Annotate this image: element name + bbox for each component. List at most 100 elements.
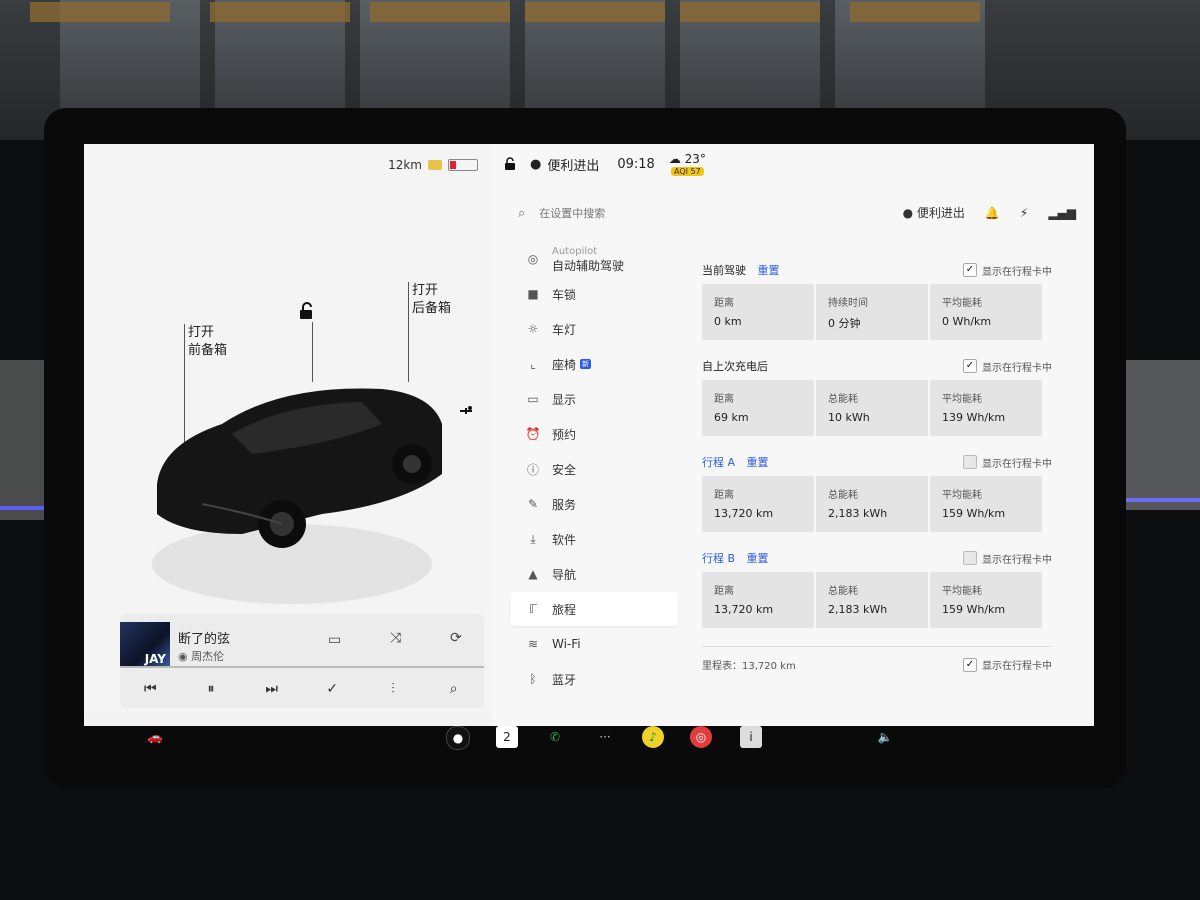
phone-icon[interactable]: ✆ xyxy=(544,726,566,748)
settings-header-tools: ● 便利进出 🔔 ⚡ ▂▄▆ xyxy=(903,204,1076,221)
menu-item-locks-label: 车锁 xyxy=(552,287,577,302)
lock-status-icon[interactable] xyxy=(504,157,518,171)
stat-value: 69 km xyxy=(714,411,749,424)
charge-port-icon[interactable] xyxy=(458,402,474,422)
menu-item-schedule[interactable]: ⏰ 预约 xyxy=(510,417,678,451)
music-app-icon[interactable]: ♪ xyxy=(642,726,664,748)
checkbox-checked[interactable]: ✓ xyxy=(963,263,977,277)
trip-a-cards: 距离 13,720 km 总能耗 2,183 kWh 平均能耗 159 Wh/k… xyxy=(702,476,1042,532)
current-drive-title: 当前驾驶 xyxy=(702,264,746,277)
next-track-icon[interactable]: ⏭ xyxy=(258,681,286,697)
frunk-open-label: 打开 xyxy=(188,325,215,340)
bluetooth-icon[interactable]: ⚡ xyxy=(1020,206,1028,220)
more-apps-icon[interactable]: ··· xyxy=(594,726,616,748)
menu-item-wifi-label: Wi-Fi xyxy=(552,637,581,651)
show-in-card-label: 显示在行程卡中 xyxy=(982,362,1052,374)
stat-label: 平均能耗 xyxy=(942,298,982,309)
menu-item-locks[interactable]: ■ 车锁 xyxy=(510,277,678,311)
person-icon: ● xyxy=(530,156,542,172)
show-in-card-label: 显示在行程卡中 xyxy=(982,661,1052,672)
stat-card: 距离 13,720 km xyxy=(702,476,814,532)
album-art[interactable]: JAY xyxy=(120,622,170,668)
menu-item-service[interactable]: ✎ 服务 xyxy=(510,487,678,521)
checkbox-checked[interactable]: ✓ xyxy=(963,657,977,672)
volume-icon[interactable]: 🔈 xyxy=(874,726,896,748)
manual-icon[interactable]: i xyxy=(740,726,762,748)
menu-item-lights[interactable]: ☼ 车灯 xyxy=(510,312,678,346)
media-search-icon[interactable]: ⌕ xyxy=(440,681,468,697)
notification-bell-icon[interactable]: 🔔 xyxy=(985,206,1000,220)
search-icon: ⌕ xyxy=(518,205,526,221)
menu-item-seats[interactable]: ⌞ 座椅 新 xyxy=(510,347,678,381)
menu-item-seats-label: 座椅 xyxy=(552,357,577,372)
unlock-icon[interactable] xyxy=(298,302,316,324)
profile-button[interactable]: ● 便利进出 xyxy=(530,155,599,174)
menu-item-navigation[interactable]: ▲ 导航 xyxy=(510,557,678,591)
checkbox-unchecked[interactable] xyxy=(963,551,977,565)
checkbox-checked[interactable]: ✓ xyxy=(963,359,977,373)
cloud-rain-icon: ☁ xyxy=(668,152,681,166)
battery-icon xyxy=(448,159,478,171)
checkbox-unchecked[interactable] xyxy=(963,455,977,469)
frunk-open-button[interactable]: 打开 前备箱 xyxy=(188,324,227,360)
wrench-icon: ✎ xyxy=(527,497,539,511)
menu-item-software[interactable]: ⤓ 软件 xyxy=(510,522,678,556)
bluetooth-icon: ᛒ xyxy=(529,672,537,686)
menu-item-safety[interactable]: ⓘ 安全 xyxy=(510,452,678,486)
weather-widget[interactable]: ☁ 23° AQI 57 xyxy=(669,152,706,176)
menu-item-autopilot-label: 自动辅助驾驶 xyxy=(552,259,625,273)
lyrics-icon[interactable]: ▭ xyxy=(328,632,341,648)
vehicle-model-image xyxy=(152,388,442,604)
trip-b-reset-button[interactable]: 重置 xyxy=(747,552,769,565)
favorite-check-icon[interactable]: ✓ xyxy=(318,681,346,697)
stat-value: 13,720 km xyxy=(714,603,774,616)
calendar-icon[interactable]: 2 xyxy=(496,726,518,748)
stat-value: 2,183 kWh xyxy=(828,603,888,616)
person-icon: ● xyxy=(902,206,914,220)
menu-item-wifi[interactable]: ≋ Wi-Fi xyxy=(510,627,678,661)
menu-item-safety-label: 安全 xyxy=(552,462,577,477)
trunk-open-button[interactable]: 打开 后备箱 xyxy=(412,282,451,318)
storefront-sign xyxy=(210,2,350,22)
trip-b-show-toggle[interactable]: 显示在行程卡中 xyxy=(963,551,1052,566)
repeat-icon[interactable]: ⟳ xyxy=(450,630,462,646)
temperature: ☁ 23° xyxy=(669,152,706,166)
trip-a-show-toggle[interactable]: 显示在行程卡中 xyxy=(963,455,1052,470)
stat-label: 平均能耗 xyxy=(942,490,982,501)
netease-music-icon[interactable]: ◎ xyxy=(690,726,712,748)
trip-a-reset-button[interactable]: 重置 xyxy=(747,456,769,469)
media-player: JAY 断了的弦 ◉ 周杰伦 ▭ ⤨ ⟳ ⏮ ⏸ ⏭ ✓ ⫶ ⌕ xyxy=(120,614,484,708)
storefront-sign xyxy=(525,2,665,22)
car-icon[interactable]: 🚗 xyxy=(144,726,166,748)
stat-value: 0 km xyxy=(714,315,742,328)
stat-value: 10 kWh xyxy=(828,411,870,424)
pause-icon[interactable]: ⏸ xyxy=(197,681,225,697)
since-charge-cards: 距离 69 km 总能耗 10 kWh 平均能耗 139 Wh/km xyxy=(702,380,1042,436)
menu-item-trips[interactable]: ℾ 旅程 xyxy=(510,592,678,626)
alarm-icon: ⏰ xyxy=(525,427,541,441)
settings-search-input[interactable] xyxy=(537,205,802,221)
playback-progress[interactable] xyxy=(120,666,484,668)
settings-pane: ● 便利进出 09:18 ☁ 23° AQI 57 ⌕ ● 便利进出 🔔 xyxy=(492,144,1094,726)
current-drive-header: 当前驾驶 重置 ✓ 显示在行程卡中 xyxy=(702,262,1052,278)
equalizer-icon[interactable]: ⫶ xyxy=(379,681,407,697)
shuffle-icon[interactable]: ⤨ xyxy=(390,630,401,646)
camera-icon[interactable]: ● xyxy=(446,726,470,750)
current-drive-show-toggle[interactable]: ✓ 显示在行程卡中 xyxy=(963,263,1052,278)
profile-shortcut[interactable]: ● 便利进出 xyxy=(903,204,965,221)
stat-card: 平均能耗 159 Wh/km xyxy=(930,572,1042,628)
stat-card: 平均能耗 159 Wh/km xyxy=(930,476,1042,532)
stat-card: 总能耗 2,183 kWh xyxy=(816,572,928,628)
odometer-show-toggle[interactable]: ✓ 显示在行程卡中 xyxy=(963,657,1052,672)
light-icon: ☼ xyxy=(527,322,539,336)
menu-item-display[interactable]: ▭ 显示 xyxy=(510,382,678,416)
previous-track-icon[interactable]: ⏮ xyxy=(136,681,164,697)
current-drive-reset-button[interactable]: 重置 xyxy=(758,264,780,277)
globe-icon: ◉ xyxy=(178,650,188,663)
stat-value: 0 Wh/km xyxy=(942,315,992,328)
menu-item-autopilot[interactable]: ◎ Autopilot 自动辅助驾驶 xyxy=(510,242,678,276)
profile-shortcut-label: 便利进出 xyxy=(916,206,965,220)
since-charge-show-toggle[interactable]: ✓ 显示在行程卡中 xyxy=(963,359,1052,374)
menu-item-bluetooth[interactable]: ᛒ 蓝牙 xyxy=(510,662,678,696)
stat-card: 总能耗 2,183 kWh xyxy=(816,476,928,532)
